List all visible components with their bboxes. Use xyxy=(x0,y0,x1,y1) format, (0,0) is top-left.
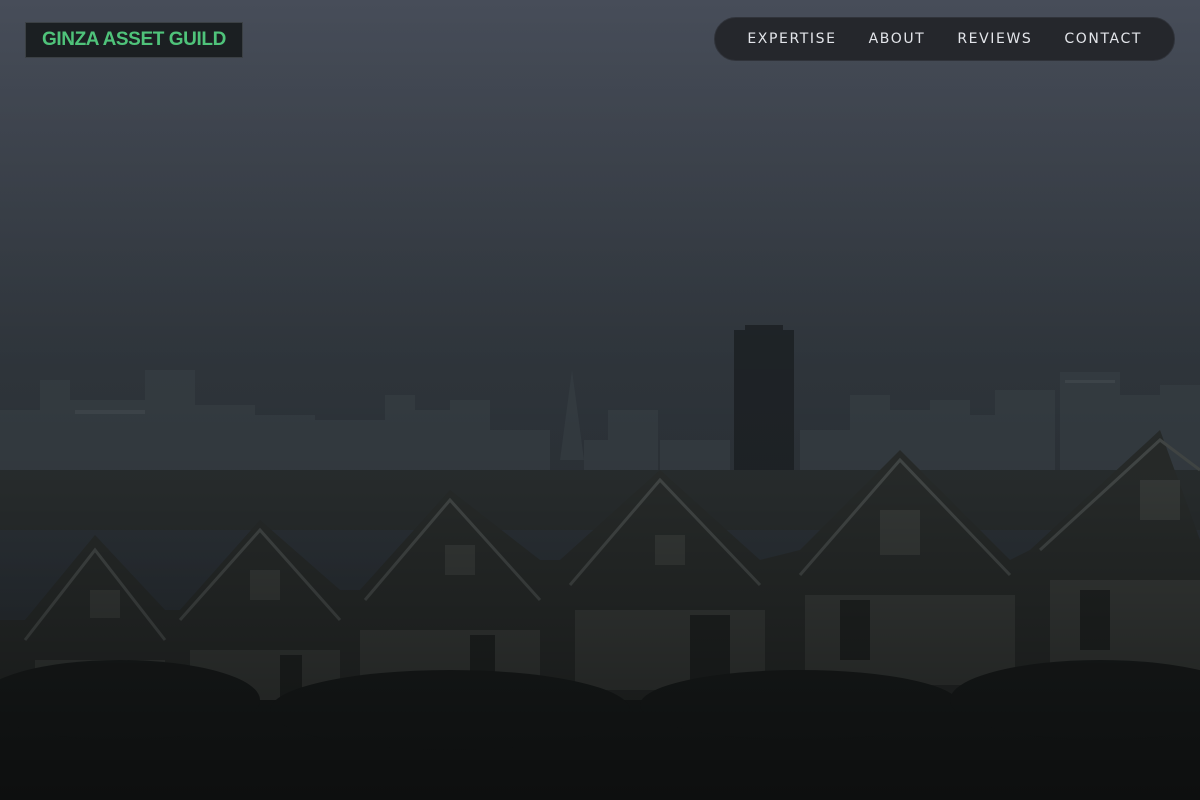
brand-logo[interactable]: GINZA ASSET GUILD xyxy=(25,22,243,58)
nav-link-reviews[interactable]: REVIEWS xyxy=(957,31,1032,47)
nav-link-contact[interactable]: CONTACT xyxy=(1064,31,1142,47)
nav-link-expertise[interactable]: EXPERTISE xyxy=(747,31,836,47)
brand-name: GINZA ASSET GUILD xyxy=(42,29,226,50)
nav-link-about[interactable]: ABOUT xyxy=(869,31,926,47)
hero-section: GINZA ASSET GUILD EXPERTISE ABOUT REVIEW… xyxy=(0,0,1200,800)
hero-background-image xyxy=(0,0,1200,800)
main-nav: EXPERTISE ABOUT REVIEWS CONTACT xyxy=(714,17,1175,61)
